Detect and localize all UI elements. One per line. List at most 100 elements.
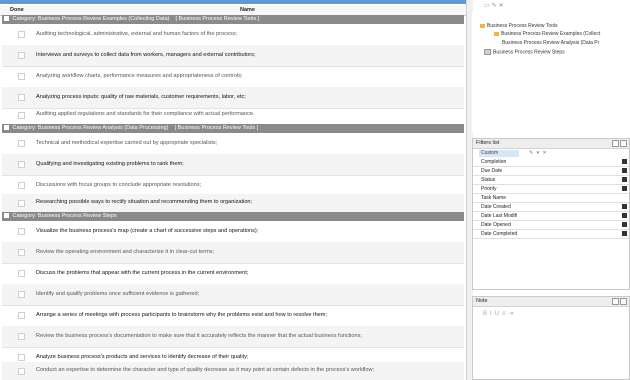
- table-row[interactable]: Technical and methodical expertise carri…: [2, 133, 464, 155]
- tree-item-label: Business Process Review Steps: [493, 49, 565, 56]
- table-row[interactable]: Auditing technological, administrative, …: [2, 24, 464, 46]
- panel-title: Note: [476, 298, 488, 304]
- category-label: Category: Business Process Review Analys…: [12, 125, 169, 131]
- task-name: Interviews and surveys to collect data f…: [36, 52, 256, 58]
- task-name: Visualize the business process's map (cr…: [36, 228, 259, 234]
- edit-icon[interactable]: ✎: [529, 150, 534, 156]
- category-row[interactable]: Category: Business Process Review Steps: [2, 212, 464, 221]
- done-checkbox[interactable]: [18, 228, 25, 235]
- done-checkbox[interactable]: [18, 31, 25, 38]
- folder-add-icon[interactable]: ▭: [484, 3, 492, 9]
- table-row[interactable]: Analyzing workflow charts, performance m…: [2, 66, 464, 88]
- clear-icon[interactable]: ✕: [543, 150, 548, 156]
- done-checkbox[interactable]: [18, 161, 25, 168]
- collapse-icon[interactable]: [4, 125, 9, 131]
- collapse-icon[interactable]: [4, 16, 9, 22]
- filter-field-row[interactable]: Task Name: [473, 194, 629, 203]
- title-bar: [0, 0, 466, 4]
- dropdown-icon[interactable]: [622, 177, 627, 182]
- pin-icon[interactable]: [612, 298, 619, 305]
- filter-panel: Filters list Custom ✎ ▾ ✕ Completion Due…: [472, 138, 630, 290]
- done-checkbox[interactable]: [18, 112, 25, 119]
- tree-item[interactable]: Business Process Review Analysis (Data P…: [502, 40, 599, 46]
- dropdown-icon[interactable]: [622, 213, 627, 218]
- dropdown-icon[interactable]: [622, 168, 627, 173]
- underline-icon[interactable]: U: [495, 311, 502, 317]
- task-name: Discussions with focus groups to conclud…: [36, 182, 202, 188]
- folder-icon: [494, 31, 499, 36]
- filter-field-row[interactable]: Priority: [473, 185, 629, 194]
- table-row[interactable]: Discuss the problems that appear with th…: [2, 263, 464, 285]
- filter-tools: ✎ ▾ ✕: [529, 150, 548, 156]
- chevron-down-icon[interactable]: ▾: [537, 150, 541, 156]
- filter-field-label: Date Completed: [481, 231, 518, 237]
- delete-icon[interactable]: ✕: [499, 3, 506, 9]
- table-row[interactable]: Visualize the business process's map (cr…: [2, 221, 464, 243]
- filter-field-row[interactable]: Status: [473, 176, 629, 185]
- indent-icon[interactable]: ⇥: [509, 311, 517, 317]
- task-name: Discuss the problems that appear with th…: [36, 270, 249, 276]
- done-column-header[interactable]: Done: [10, 7, 24, 13]
- tree-item-label: Business Process Review Examples (Collec…: [501, 31, 601, 37]
- dropdown-icon[interactable]: [622, 231, 627, 236]
- collapse-icon[interactable]: [4, 213, 9, 219]
- done-checkbox[interactable]: [18, 52, 25, 59]
- edit-icon[interactable]: ✎: [492, 3, 499, 9]
- panel-title: Filters list: [476, 140, 500, 146]
- filter-field-row[interactable]: Date Created: [473, 203, 629, 212]
- filter-field-row[interactable]: Date Completed: [473, 230, 629, 239]
- done-checkbox[interactable]: [18, 312, 25, 319]
- filter-panel-title: Filters list: [473, 139, 629, 149]
- filter-field-row[interactable]: Due Date: [473, 167, 629, 176]
- task-name: Technical and methodical expertise carri…: [36, 140, 218, 146]
- dropdown-icon[interactable]: [622, 159, 627, 164]
- done-checkbox[interactable]: [18, 140, 25, 147]
- tree-item[interactable]: Business Process Review Tools: [480, 23, 558, 29]
- dropdown-icon[interactable]: [622, 186, 627, 191]
- dropdown-icon[interactable]: [622, 204, 627, 209]
- task-name: Review the operating environment and cha…: [36, 249, 215, 255]
- note-panel-title: Note: [473, 297, 629, 307]
- table-row[interactable]: Qualifying and investigating existing pr…: [2, 154, 464, 176]
- table-row[interactable]: Auditing applied regulations and standar…: [2, 106, 464, 125]
- close-icon[interactable]: [620, 298, 627, 305]
- name-column-header[interactable]: Name: [240, 7, 255, 13]
- done-checkbox[interactable]: [18, 73, 25, 80]
- task-name: Auditing applied regulations and standar…: [36, 111, 255, 117]
- table-row[interactable]: Review the operating environment and cha…: [2, 242, 464, 264]
- table-row[interactable]: Researching possible ways to rectify sit…: [2, 194, 464, 213]
- category-row[interactable]: Category: Business Process Review Analys…: [2, 124, 464, 133]
- dropdown-icon[interactable]: [622, 222, 627, 227]
- done-checkbox[interactable]: [18, 333, 25, 340]
- close-icon[interactable]: [620, 140, 627, 147]
- done-checkbox[interactable]: [18, 368, 25, 375]
- done-checkbox[interactable]: [18, 270, 25, 277]
- bold-icon[interactable]: B: [483, 311, 490, 317]
- filter-field-row[interactable]: Completion: [473, 158, 629, 167]
- tree-item[interactable]: Business Process Review Steps: [484, 49, 565, 55]
- folder-icon: [480, 23, 485, 28]
- table-row[interactable]: Identify and qualify problems once suffi…: [2, 284, 464, 306]
- task-name: Arrange a series of meetings with proces…: [36, 312, 328, 318]
- task-name: Researching possible ways to rectify sit…: [36, 199, 253, 205]
- done-checkbox[interactable]: [18, 354, 25, 361]
- table-row[interactable]: Conduct an expertise to determine the ch…: [2, 362, 464, 380]
- done-checkbox[interactable]: [18, 291, 25, 298]
- done-checkbox[interactable]: [18, 200, 25, 207]
- task-name: Analyzing process inputs: quality of raw…: [36, 94, 246, 100]
- table-row[interactable]: Review the business process's documentat…: [2, 326, 464, 348]
- filter-field-row[interactable]: Date Opened: [473, 221, 629, 230]
- table-row[interactable]: Arrange a series of meetings with proces…: [2, 305, 464, 327]
- done-checkbox[interactable]: [18, 182, 25, 189]
- done-checkbox[interactable]: [18, 249, 25, 256]
- filter-preset-select[interactable]: Custom: [479, 150, 519, 157]
- filter-field-label: Task Name: [481, 195, 507, 201]
- task-name: Identify and qualify problems once suffi…: [36, 291, 200, 297]
- tree-item[interactable]: Business Process Review Examples (Collec…: [494, 31, 600, 37]
- pin-icon[interactable]: [612, 140, 619, 147]
- filter-field-row[interactable]: Date Last Modifi: [473, 212, 629, 221]
- category-row[interactable]: Category: Business Process Review Exampl…: [2, 15, 464, 24]
- task-name: Analyze business process's products and …: [36, 354, 249, 360]
- done-checkbox[interactable]: [18, 94, 25, 101]
- table-row[interactable]: Interviews and surveys to collect data f…: [2, 45, 464, 67]
